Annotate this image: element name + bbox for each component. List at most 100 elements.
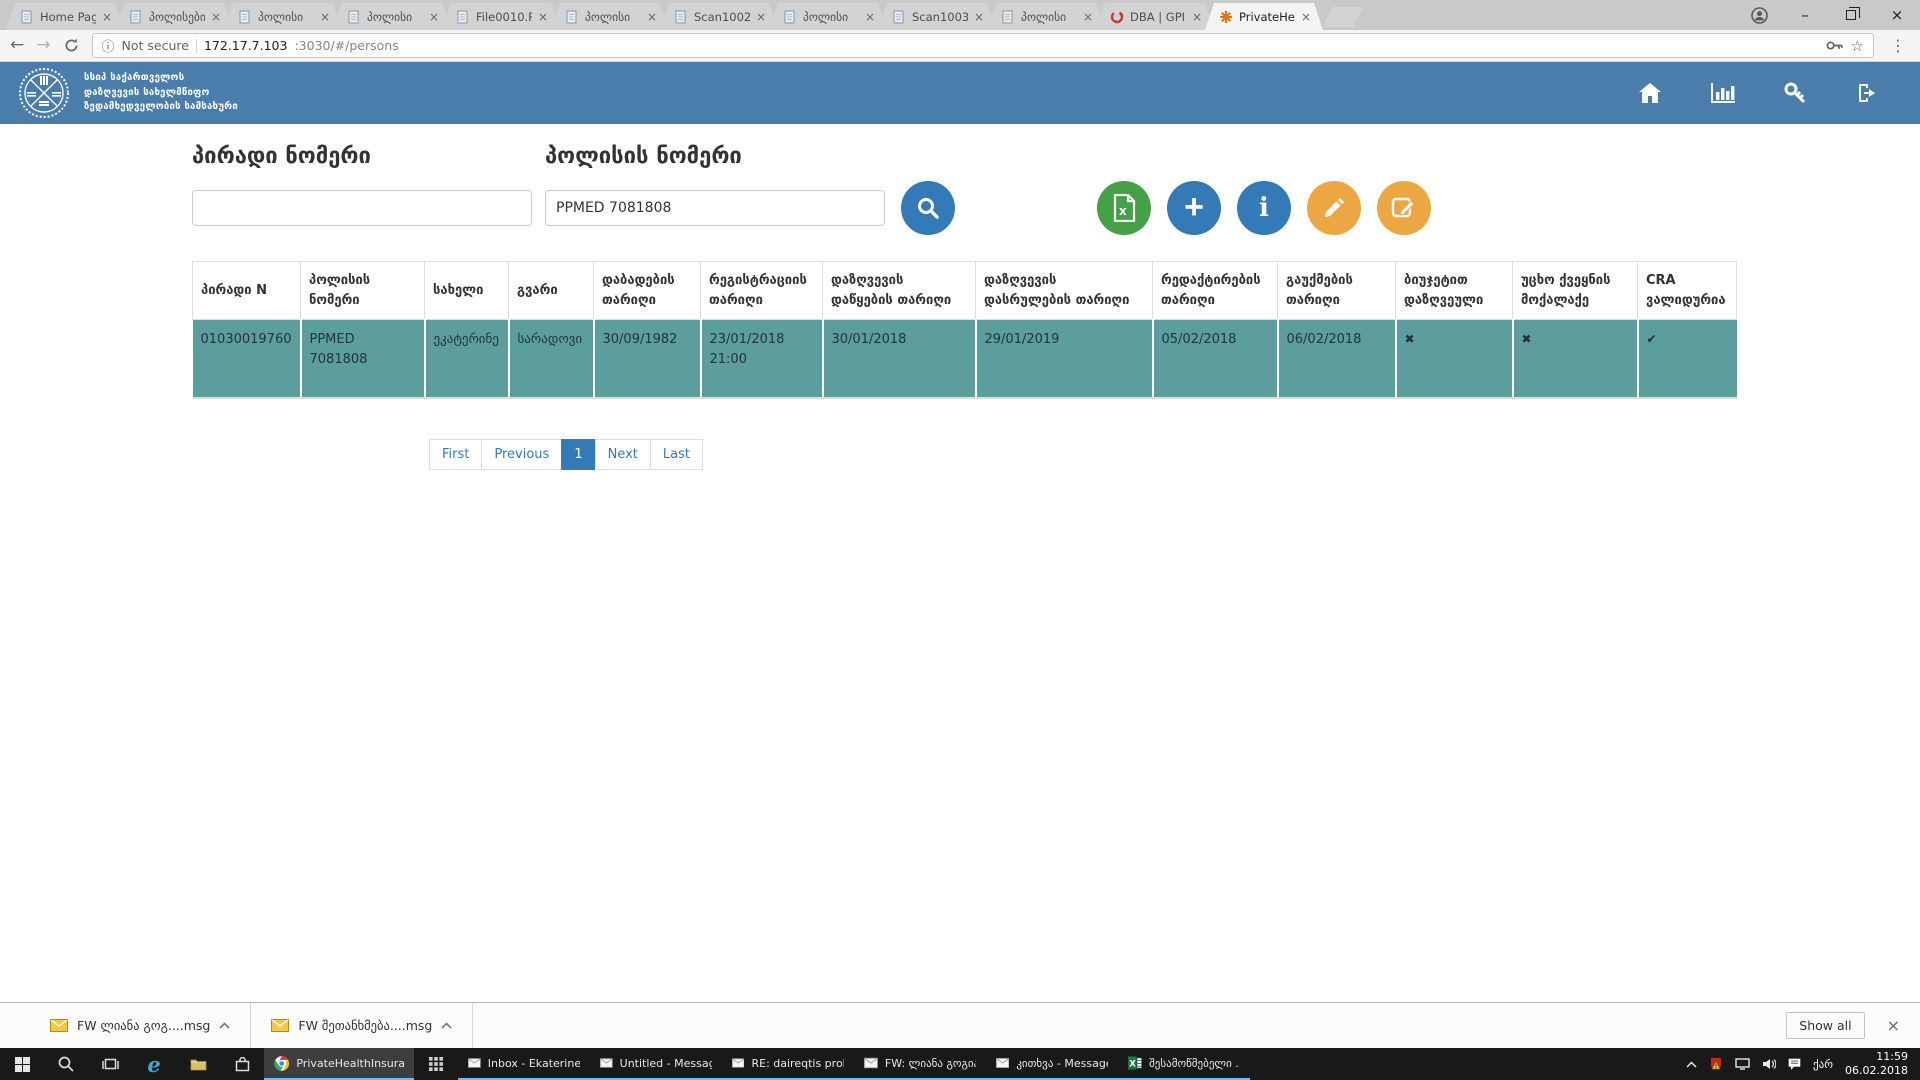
new-tab-button[interactable] — [1323, 7, 1362, 27]
address-bar[interactable]: ⓘ Not secure 172.17.7.103 :3030/#/person… — [92, 33, 1875, 58]
tab-close-icon[interactable]: × — [647, 10, 657, 24]
taskbar-outlook-window[interactable]: RE: daireqtis proble... — [722, 1048, 854, 1080]
policy-number-input[interactable] — [545, 190, 885, 226]
network-icon[interactable] — [1735, 1058, 1750, 1070]
tab-close-icon[interactable]: × — [429, 10, 439, 24]
reload-icon[interactable] — [63, 37, 80, 54]
show-all-downloads-button[interactable]: Show all — [1786, 1012, 1864, 1039]
tab-close-icon[interactable]: × — [1083, 10, 1093, 24]
home-icon[interactable] — [1638, 82, 1662, 104]
pagination-next-button[interactable]: Next — [595, 439, 651, 470]
tab-close-icon[interactable]: × — [320, 10, 330, 24]
browser-tab[interactable]: Scan10038.JPG × — [878, 3, 996, 30]
personal-number-input[interactable] — [192, 190, 532, 226]
column-header[interactable]: რედაქტირების თარიღი — [1153, 262, 1278, 320]
column-header[interactable]: უცხო ქვეყნის მოქალაქე — [1513, 262, 1638, 320]
file-explorer-button[interactable] — [176, 1048, 220, 1080]
info-button[interactable]: i — [1237, 181, 1291, 235]
close-window-button[interactable]: × — [1874, 0, 1920, 30]
tray-chevron-up-icon[interactable] — [1686, 1061, 1697, 1068]
chevron-up-icon[interactable] — [441, 1022, 452, 1029]
profile-icon[interactable] — [1736, 0, 1782, 30]
autofill-key-icon[interactable] — [1826, 40, 1844, 51]
volume-icon[interactable] — [1762, 1058, 1776, 1070]
browser-tab-active[interactable]: PrivateHealthIn × — [1205, 3, 1323, 30]
taskbar-search-button[interactable] — [44, 1048, 88, 1080]
minimize-button[interactable]: – — [1782, 0, 1828, 30]
comment-icon[interactable] — [1788, 1058, 1801, 1070]
column-header[interactable]: პოლისის ნომერი — [301, 262, 425, 320]
column-header[interactable]: გვარი — [509, 262, 594, 320]
tab-close-icon[interactable]: × — [756, 10, 766, 24]
column-header[interactable]: CRA ვალიდურია — [1638, 262, 1737, 320]
column-header[interactable]: დაზღვევის დაწყების თარიღი — [823, 262, 976, 320]
browser-tab[interactable]: პოლისი × — [769, 3, 887, 30]
chrome-menu-icon[interactable]: ⋮ — [1886, 36, 1910, 55]
browser-tab[interactable]: პოლისები × — [115, 3, 233, 30]
edit-note-button[interactable] — [1377, 181, 1431, 235]
restore-button[interactable] — [1828, 0, 1874, 30]
taskbar-outlook-window[interactable]: Inbox - Ekaterine O... — [458, 1048, 590, 1080]
info-icon: i — [1259, 193, 1269, 223]
column-header[interactable]: დაზღვევის დასრულების თარიღი — [976, 262, 1153, 320]
pagination-last-button[interactable]: Last — [650, 439, 703, 470]
close-download-bar-icon[interactable]: × — [1887, 1016, 1900, 1035]
browser-tab[interactable]: პოლისი × — [987, 3, 1105, 30]
statistics-chart-icon[interactable] — [1710, 82, 1736, 104]
tab-close-icon[interactable]: × — [102, 10, 112, 24]
tab-close-icon[interactable]: × — [538, 10, 548, 24]
edit-button[interactable] — [1307, 181, 1361, 235]
tab-close-icon[interactable]: × — [974, 10, 984, 24]
column-header[interactable]: გაუქმების თარიღი — [1278, 262, 1396, 320]
chevron-up-icon[interactable] — [219, 1022, 230, 1029]
table-row[interactable]: 01030019760 PPMED 7081808 ეკატერინე სარა… — [193, 320, 1737, 399]
downloaded-file[interactable]: FW ლიანა გოგ....msg — [30, 1003, 250, 1048]
envelope-icon — [600, 1057, 613, 1069]
column-header[interactable]: რეგისტრაციის თარიღი — [701, 262, 823, 320]
back-icon[interactable]: ← — [10, 37, 24, 54]
column-header[interactable]: ბიუჯეტით დაზღვეული — [1396, 262, 1513, 320]
personal-number-label: პირადი ნომერი — [192, 144, 545, 169]
browser-tab[interactable]: File0010.PDF × — [442, 3, 560, 30]
start-button[interactable] — [0, 1048, 44, 1080]
browser-tab[interactable]: Scan10027.JPG × — [660, 3, 778, 30]
taskbar-clock[interactable]: 11:59 06.02.2018 — [1845, 1050, 1908, 1079]
taskbar-outlook-window[interactable]: კითხვა - Message ... — [986, 1048, 1118, 1080]
add-person-button[interactable]: + — [1167, 181, 1221, 235]
browser-tab[interactable]: პოლისი × — [551, 3, 669, 30]
pagination-first-button[interactable]: First — [429, 439, 482, 470]
tab-close-icon[interactable]: × — [211, 10, 221, 24]
taskbar-chrome-window[interactable]: PrivateHealthInsura... — [264, 1048, 414, 1080]
logout-icon[interactable] — [1856, 82, 1880, 104]
forward-icon[interactable]: → — [36, 37, 50, 54]
tab-close-icon[interactable]: × — [865, 10, 875, 24]
edge-browser-button[interactable]: e — [132, 1048, 176, 1080]
taskbar-outlook-window[interactable]: FW: ლიანა გოგია... — [854, 1048, 986, 1080]
keyboard-language-indicator[interactable]: ქარ — [1813, 1058, 1833, 1071]
browser-tab[interactable]: პოლისი × — [333, 3, 451, 30]
info-circle-icon[interactable]: ⓘ — [102, 36, 115, 55]
pinned-app-button[interactable] — [414, 1048, 458, 1080]
browser-tab[interactable]: DBA | GPI Hold × — [1096, 3, 1214, 30]
taskbar-excel-window[interactable]: X შესამოწმებელი ... — [1118, 1048, 1250, 1080]
pagination-page-1-button[interactable]: 1 — [561, 439, 595, 470]
pagination-previous-button[interactable]: Previous — [481, 439, 562, 470]
tab-title: Scan10038.JPG — [912, 10, 968, 24]
tab-close-icon[interactable]: × — [1192, 10, 1202, 24]
bookmark-star-icon[interactable]: ☆ — [1851, 37, 1864, 55]
taskbar-outlook-window[interactable]: Untitled - Message ... — [590, 1048, 722, 1080]
tab-close-icon[interactable]: × — [1301, 10, 1311, 24]
task-view-button[interactable] — [88, 1048, 132, 1080]
browser-tab[interactable]: Home Page × — [6, 3, 124, 30]
key-icon[interactable] — [1784, 82, 1808, 104]
browser-tab[interactable]: პოლისი × — [224, 3, 342, 30]
downloaded-file[interactable]: FW შეთანხმება....msg — [251, 1003, 472, 1048]
table-cell-birth-date: 30/09/1982 — [594, 320, 701, 399]
store-button[interactable] — [220, 1048, 264, 1080]
security-warning-icon[interactable] — [1709, 1058, 1723, 1071]
column-header[interactable]: სახელი — [425, 262, 509, 320]
search-button[interactable] — [901, 181, 955, 235]
column-header[interactable]: დაბადების თარიღი — [594, 262, 701, 320]
export-excel-button[interactable]: x — [1097, 181, 1151, 235]
column-header[interactable]: პირადი N — [193, 262, 301, 320]
